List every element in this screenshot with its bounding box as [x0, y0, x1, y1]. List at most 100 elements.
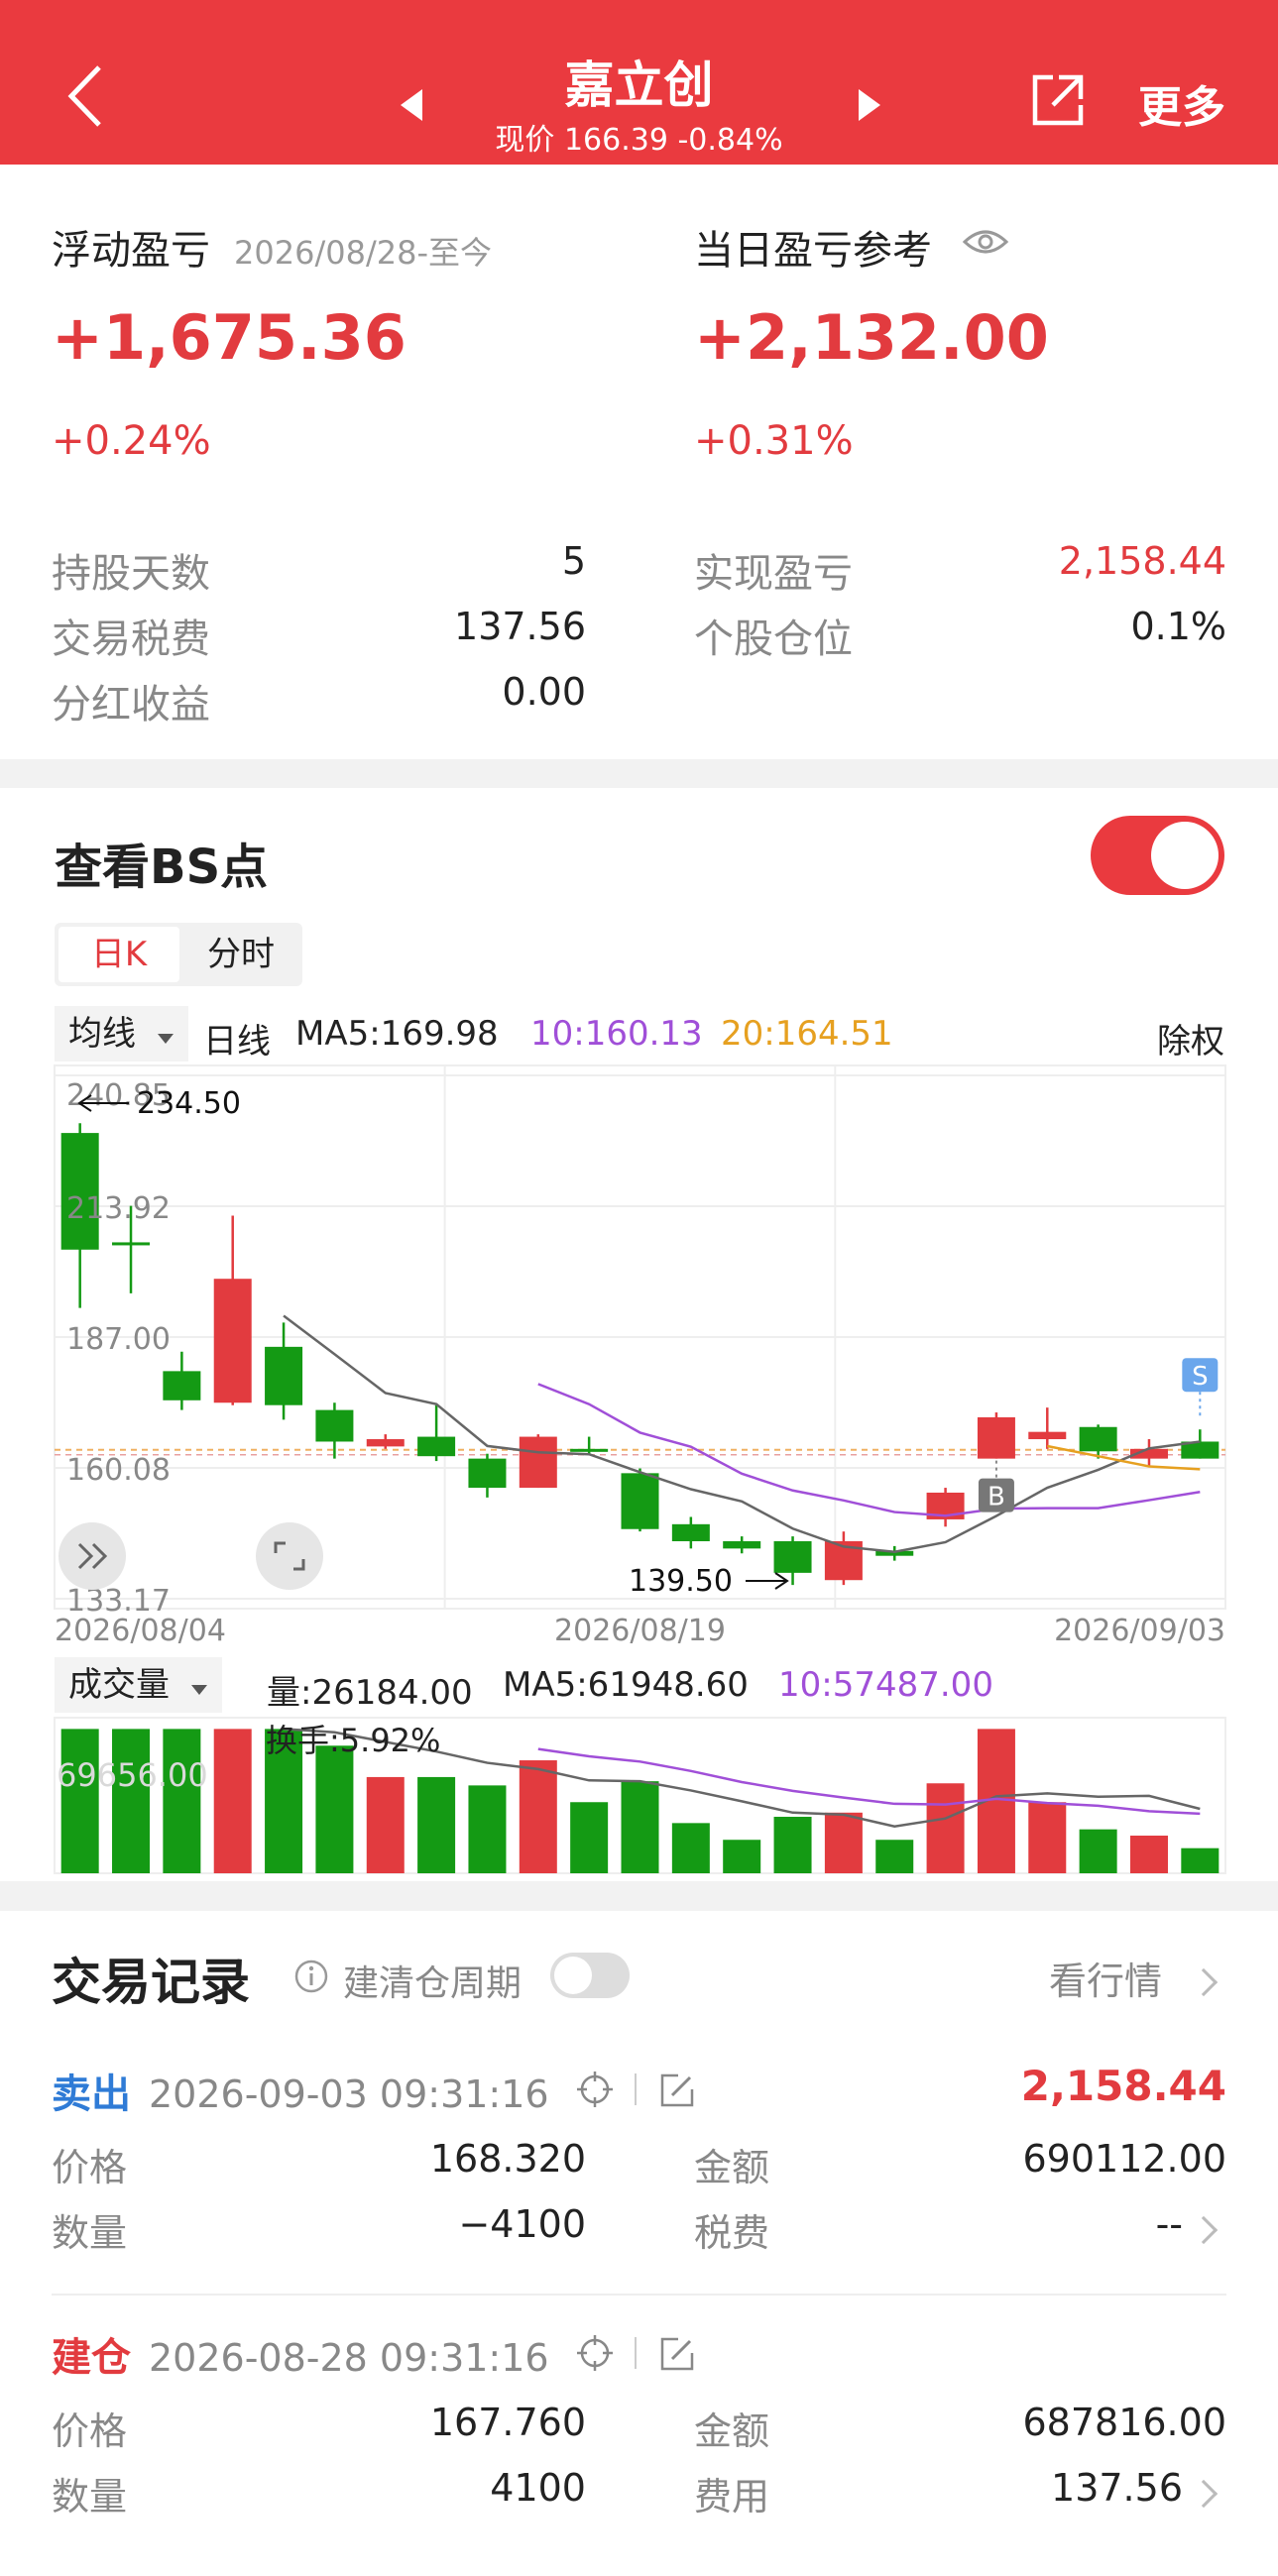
records-title: 交易记录 — [52, 1954, 250, 2011]
record-profit: 2,158.44 — [1020, 2062, 1226, 2110]
volume-bar — [163, 1729, 201, 1873]
fee-value[interactable]: 137.56 — [1051, 2466, 1183, 2510]
chevron-right-icon[interactable] — [1189, 2215, 1219, 2245]
eye-icon[interactable] — [962, 226, 1009, 258]
min-price-label: 139.50 — [629, 1564, 733, 1599]
amount-label: 金额 — [694, 2146, 770, 2189]
candle-body — [723, 1540, 761, 1549]
volume-bar — [671, 1823, 710, 1873]
profit-summary: 浮动盈亏 2026/08/28-至今 +1,675.36 +0.24% 当日盈亏参… — [0, 165, 1278, 759]
x-tick-label: 2026/08/04 — [55, 1614, 226, 1648]
daily-pl-label: 当日盈亏参考 — [694, 228, 932, 274]
candle-body — [1079, 1426, 1117, 1452]
tax-value[interactable]: -- — [1156, 2202, 1183, 2246]
floating-pl-pct: +0.24% — [52, 418, 211, 464]
dividend-value: 0.00 — [502, 670, 586, 714]
hold-days-value: 5 — [561, 539, 586, 583]
volume-bar — [723, 1840, 761, 1873]
volume-bar — [875, 1840, 914, 1873]
fullscreen-button[interactable] — [256, 1522, 323, 1590]
chevron-right-icon — [1189, 1967, 1219, 1997]
candle-body — [366, 1439, 405, 1447]
chevron-right-icon[interactable] — [1189, 2479, 1219, 2509]
price-value: 167.760 — [429, 2401, 586, 2444]
turnover-rate: 换手:5.92% — [266, 1722, 440, 1759]
volume-bar — [570, 1802, 609, 1873]
volume-bar — [1129, 1836, 1168, 1873]
edit-icon[interactable] — [658, 2072, 696, 2109]
top-bar: 嘉立创 现价 166.39 -0.84% 更多 — [0, 0, 1278, 165]
quantity-value: −4100 — [458, 2202, 586, 2246]
next-stock-icon[interactable] — [855, 87, 884, 123]
kline-chart[interactable]: 240.85213.92187.00160.08133.17234.50139.… — [0, 788, 1278, 1881]
daily-pl-pct: +0.31% — [694, 418, 854, 464]
price-label: 价格 — [52, 2146, 128, 2189]
candle-body — [163, 1371, 201, 1400]
record-type-sell: 卖出 — [52, 2072, 131, 2117]
volume-bar — [468, 1785, 507, 1873]
locate-icon[interactable] — [575, 2333, 615, 2373]
x-tick-label: 2026/08/19 — [554, 1614, 726, 1648]
amount-label: 金额 — [694, 2409, 770, 2453]
price-label: 价格 — [52, 2409, 128, 2453]
volume-bar — [366, 1776, 405, 1873]
volume-bar — [519, 1760, 557, 1873]
candle-body — [417, 1436, 456, 1457]
view-market-link[interactable]: 看行情 — [1049, 1951, 1162, 2005]
floating-pl-label: 浮动盈亏 2026/08/28-至今 — [52, 228, 492, 274]
amount-value: 690112.00 — [1022, 2137, 1227, 2181]
quantity-value: 4100 — [490, 2466, 586, 2510]
volume-bar — [824, 1812, 863, 1873]
volume-bar — [112, 1729, 151, 1873]
buy-marker-label: B — [988, 1483, 1005, 1512]
record-header: 卖出 2026-09-03 09:31:16 — [52, 2062, 549, 2119]
volume-bar — [213, 1729, 252, 1873]
candle-body — [315, 1409, 354, 1442]
candle-body — [773, 1540, 812, 1573]
volume-bar — [926, 1783, 965, 1873]
share-icon[interactable] — [1029, 71, 1087, 129]
volume-bar — [773, 1817, 812, 1873]
record-type-open: 建仓 — [52, 2335, 131, 2381]
record-header: 建仓 2026-08-28 09:31:16 — [52, 2325, 549, 2383]
divider-line — [635, 2337, 637, 2369]
position-ratio-value: 0.1% — [1130, 605, 1226, 648]
daily-pl-value: +2,132.00 — [694, 301, 1049, 374]
volume-bar — [315, 1745, 354, 1873]
record-time: 2026-09-03 09:31:16 — [149, 2072, 549, 2116]
candle-body — [265, 1346, 303, 1405]
x-tick-label: 2026/09/03 — [1054, 1614, 1225, 1648]
y-tick-label: 213.92 — [66, 1191, 171, 1226]
info-icon[interactable] — [293, 1959, 329, 1994]
volume-bar — [621, 1781, 659, 1873]
floating-pl-date: 2026/08/28-至今 — [234, 234, 492, 272]
candle-body — [570, 1448, 609, 1452]
divider-line — [635, 2073, 637, 2105]
more-button[interactable]: 更多 — [1138, 71, 1225, 135]
candle-body — [621, 1473, 659, 1529]
bs-points-card: 查看BS点 日K 分时 均线 日线 MA5:169.98 10:160.13 2… — [0, 788, 1278, 1881]
tax-label: 税费 — [694, 2211, 770, 2255]
locate-icon[interactable] — [575, 2070, 615, 2109]
realized-pl-label: 实现盈亏 — [694, 551, 853, 597]
edit-icon[interactable] — [658, 2335, 696, 2373]
max-price-label: 234.50 — [137, 1086, 241, 1121]
amount-value: 687816.00 — [1022, 2401, 1227, 2444]
toggle-knob — [554, 1957, 592, 1994]
sell-marker-label: S — [1192, 1362, 1209, 1392]
candle-body — [468, 1458, 507, 1489]
y-tick-label: 187.00 — [66, 1322, 171, 1357]
hold-days-label: 持股天数 — [52, 551, 210, 597]
candle-body — [977, 1416, 1015, 1459]
quantity-label: 数量 — [52, 2211, 128, 2255]
volume-bar — [1079, 1829, 1117, 1873]
candle-body — [519, 1436, 557, 1489]
candle-body — [213, 1279, 252, 1403]
candle-body — [671, 1523, 710, 1541]
volume-bar — [60, 1729, 99, 1873]
volume-axis-label: 69656.00 — [57, 1756, 208, 1794]
volume-bar — [1181, 1848, 1220, 1873]
realized-pl-value: 2,158.44 — [1058, 539, 1226, 583]
tax-fee-label: 交易税费 — [52, 616, 210, 662]
cycle-toggle[interactable] — [550, 1953, 630, 1998]
